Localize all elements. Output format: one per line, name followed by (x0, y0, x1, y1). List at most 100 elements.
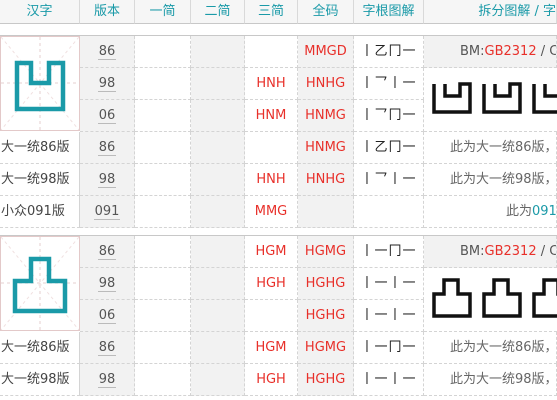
stroke-decomposition-image (424, 268, 557, 332)
version-cell: 98 (80, 68, 135, 100)
version-name-label: 大一统98版 (0, 364, 80, 396)
root-breakdown: 丨乙冂一 (354, 132, 424, 164)
jian1-cell (135, 196, 191, 228)
version-cell: 86 (80, 332, 135, 364)
jian2-cell (191, 164, 245, 196)
jian1-cell (135, 132, 191, 164)
root-breakdown (354, 196, 424, 228)
col-header-jian2: 二简 (191, 0, 245, 24)
version-number[interactable]: 091 (93, 204, 121, 220)
full-code: HGMG (298, 332, 354, 364)
version-number[interactable]: 98 (97, 276, 117, 292)
decomposition-strokes (432, 278, 557, 318)
bm-encoding: BM:GB2312 / CX (424, 236, 557, 268)
jian3-code: HNH (245, 68, 298, 100)
jian3-code: HNH (245, 164, 298, 196)
bm-code[interactable]: GB2312 (485, 44, 537, 59)
note-version-link[interactable]: 091 (532, 204, 556, 219)
jian1-cell (135, 68, 191, 100)
jian1-cell (135, 268, 191, 300)
root-breakdown: 丨乛丨一 (354, 68, 424, 100)
jian3-code: HNM (245, 100, 298, 132)
version-note: 此为大一统98版， (424, 164, 557, 196)
version-number[interactable]: 98 (97, 76, 117, 92)
bm-encoding: BM:GB2312 / CX (424, 36, 557, 68)
full-code (298, 196, 354, 228)
jian2-cell (191, 36, 245, 68)
col-header-roots: 字根图解 (354, 0, 424, 24)
version-cell: 86 (80, 132, 135, 164)
version-note: 此为大一统86版， (424, 332, 557, 364)
full-code: HGMG (298, 236, 354, 268)
version-number[interactable]: 86 (97, 140, 117, 156)
version-cell: 86 (80, 36, 135, 68)
jian2-cell (191, 236, 245, 268)
root-breakdown: 丨一冂一 (354, 236, 424, 268)
root-breakdown: 丨乛冂一 (354, 100, 424, 132)
version-note: 此为091版 (424, 196, 557, 228)
bm-code[interactable]: GB2312 (485, 244, 537, 259)
version-number[interactable]: 06 (97, 308, 117, 324)
version-name-label: 大一统98版 (0, 164, 80, 196)
full-code: HNMG (298, 132, 354, 164)
jian3-code: HGM (245, 332, 298, 364)
col-header-char: 汉字 (0, 0, 80, 24)
version-number[interactable]: 98 (97, 172, 117, 188)
jian2-cell (191, 68, 245, 100)
version-name-label: 大一统86版 (0, 132, 80, 164)
root-breakdown: 丨一丨一 (354, 300, 424, 332)
version-cell: 06 (80, 100, 135, 132)
jian3-code: HGM (245, 236, 298, 268)
root-breakdown: 丨一丨一 (354, 364, 424, 396)
version-cell: 98 (80, 268, 135, 300)
version-note: 此为大一统86版， (424, 132, 557, 164)
jian3-code (245, 300, 298, 332)
jian1-cell (135, 36, 191, 68)
glyph-svg (1, 237, 79, 330)
version-number[interactable]: 86 (97, 340, 117, 356)
jian1-cell (135, 364, 191, 396)
jian1-cell (135, 300, 191, 332)
col-header-full: 全码 (298, 0, 354, 24)
jian1-cell (135, 236, 191, 268)
version-cell: 86 (80, 236, 135, 268)
col-header-version: 版本 (80, 0, 135, 24)
full-code: HGHG (298, 364, 354, 396)
jian1-cell (135, 100, 191, 132)
jian1-cell (135, 164, 191, 196)
version-name-label: 大一统86版 (0, 332, 80, 364)
bm-prefix: BM: (460, 44, 485, 59)
version-note: 此为大一统98版， (424, 364, 557, 396)
version-number[interactable]: 86 (97, 44, 117, 60)
decomposition-strokes (432, 82, 557, 114)
version-cell: 06 (80, 300, 135, 332)
version-number[interactable]: 98 (97, 372, 117, 388)
glyph-svg (1, 37, 79, 130)
jian3-code: HGH (245, 268, 298, 300)
full-code: HNMG (298, 100, 354, 132)
jian1-cell (135, 332, 191, 364)
jian3-code (245, 36, 298, 68)
version-number[interactable]: 06 (97, 108, 117, 124)
full-code: HGHG (298, 268, 354, 300)
full-code: HNHG (298, 164, 354, 196)
full-code: MMGD (298, 36, 354, 68)
note-prefix: 此为 (506, 204, 533, 219)
col-header-jian3: 三简 (245, 0, 298, 24)
col-header-split: 拆分图解 / 字 (424, 0, 557, 24)
root-breakdown: 丨乛丨一 (354, 164, 424, 196)
jian3-code: HGH (245, 364, 298, 396)
jian2-cell (191, 268, 245, 300)
jian3-code: MMG (245, 196, 298, 228)
full-code: HNHG (298, 68, 354, 100)
col-header-jian1: 一简 (135, 0, 191, 24)
jian2-cell (191, 332, 245, 364)
version-cell: 091 (80, 196, 135, 228)
version-cell: 98 (80, 164, 135, 196)
bm-suffix: / CX (540, 44, 556, 59)
full-code: HGHG (298, 300, 354, 332)
bm-suffix: / CX (540, 244, 556, 259)
version-number[interactable]: 86 (97, 244, 117, 260)
jian3-code (245, 132, 298, 164)
jian2-cell (191, 132, 245, 164)
